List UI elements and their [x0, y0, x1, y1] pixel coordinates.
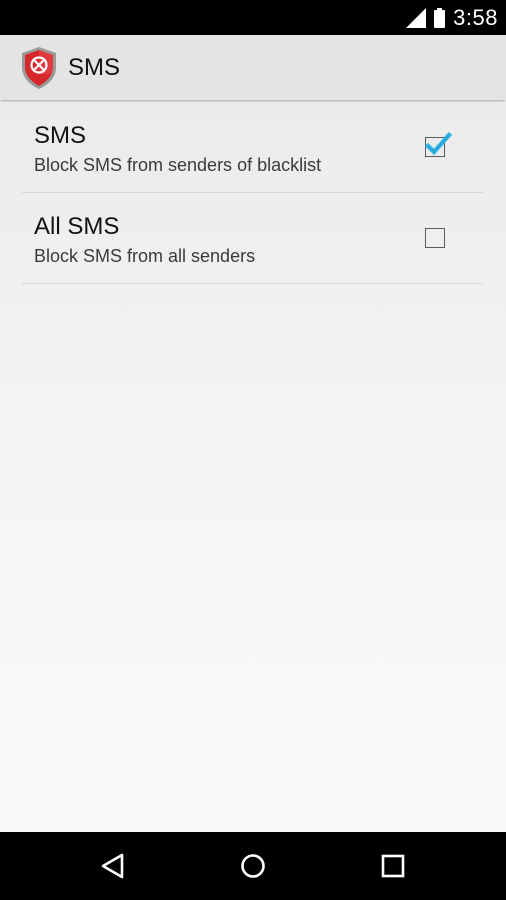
pref-title: All SMS — [34, 213, 120, 240]
status-time: 3:58 — [453, 4, 498, 30]
battery-icon — [434, 7, 446, 28]
screen: 3:58 SMS SMS Block SMS from senders of b… — [0, 0, 506, 900]
home-icon[interactable] — [233, 846, 273, 886]
pref-summary: Block SMS from all senders — [34, 246, 256, 266]
page-title: SMS — [68, 53, 121, 81]
all-sms-checkbox[interactable] — [425, 228, 445, 248]
pref-title: SMS — [34, 122, 87, 149]
navigation-bar — [0, 832, 506, 900]
signal-icon — [406, 7, 427, 28]
status-bar: 3:58 — [0, 0, 506, 35]
back-icon[interactable] — [93, 846, 133, 886]
preferences-list: SMS Block SMS from senders of blacklist … — [0, 102, 506, 832]
action-bar: SMS — [0, 35, 506, 100]
shield-block-icon[interactable] — [18, 45, 60, 91]
pref-summary: Block SMS from senders of blacklist — [34, 155, 322, 175]
check-icon — [424, 131, 452, 156]
sms-checkbox[interactable] — [424, 131, 452, 157]
recents-icon[interactable] — [373, 846, 413, 886]
pref-item-sms[interactable]: SMS Block SMS from senders of blacklist — [22, 102, 483, 193]
pref-item-all-sms[interactable]: All SMS Block SMS from all senders — [22, 193, 483, 284]
status-icons: 3:58 — [406, 0, 498, 35]
